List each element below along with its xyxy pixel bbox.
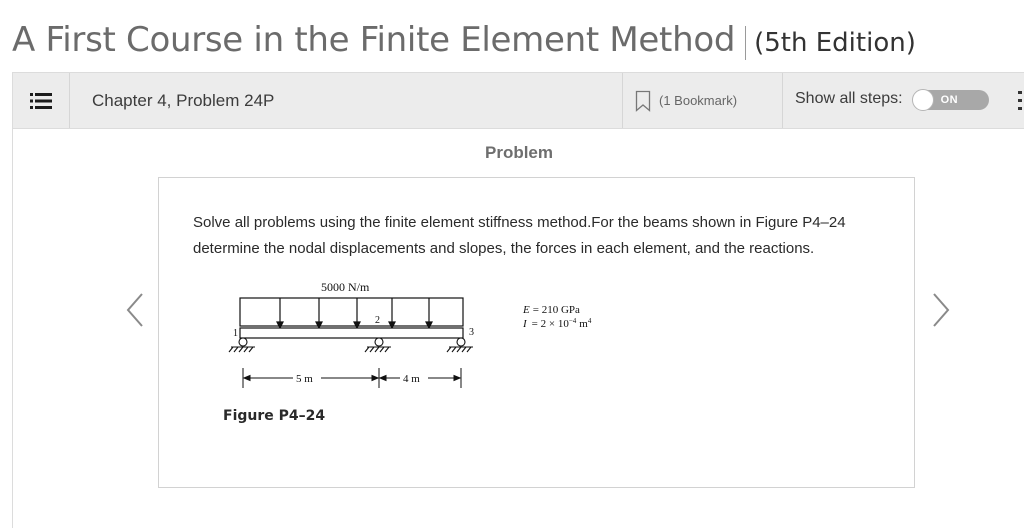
support-left bbox=[228, 337, 255, 353]
chapter-problem-label: Chapter 4, Problem 24P bbox=[92, 90, 275, 110]
span-label-2: 4 m bbox=[403, 373, 420, 385]
list-menu-icon bbox=[30, 92, 52, 109]
node-label-2: 2 bbox=[375, 315, 380, 326]
book-title-bar: A First Course in the Finite Element Met… bbox=[12, 20, 916, 66]
bookmark-icon bbox=[635, 90, 651, 112]
beam bbox=[239, 327, 464, 339]
title-separator bbox=[745, 26, 747, 60]
modulus-symbol: E bbox=[522, 304, 530, 316]
modulus-value: = 210 GPa bbox=[533, 304, 580, 316]
load-label: 5000 N/m bbox=[321, 280, 370, 294]
book-title: A First Course in the Finite Element Met… bbox=[12, 20, 736, 60]
bookmark-button[interactable]: (1 Bookmark) bbox=[622, 73, 783, 128]
material-properties: E = 210 GPa I = 2 × 10−4 m4 bbox=[522, 304, 592, 330]
expand-icon[interactable] bbox=[1018, 91, 1022, 111]
figure-caption: Figure P4–24 bbox=[223, 408, 326, 424]
beam-figure: 5000 N/m 1 2 3 5 m 4 m E = 210 GPa I = 2… bbox=[228, 280, 592, 388]
chapter-menu-button[interactable] bbox=[13, 73, 70, 128]
inertia-symbol: I bbox=[522, 318, 528, 330]
problem-statement: Solve all problems using the finite elem… bbox=[193, 214, 846, 257]
show-all-steps-label: Show all steps: bbox=[795, 89, 903, 107]
toggle-state-label: ON bbox=[940, 93, 958, 106]
problem-heading: Problem bbox=[484, 143, 554, 162]
dimension-lines bbox=[242, 368, 462, 388]
next-problem-arrow-icon[interactable] bbox=[924, 290, 954, 330]
node-label-1: 1 bbox=[233, 328, 238, 339]
book-edition: (5th Edition) bbox=[754, 28, 916, 58]
span-label-1: 5 m bbox=[296, 373, 313, 385]
svg-text:I= 2 × 10−4m4: I = 2 × 10−4 m4 bbox=[522, 317, 592, 330]
svg-text:E= 210 GPa: E = 210 GPa bbox=[522, 304, 580, 316]
inertia-unit-exponent: 4 bbox=[588, 317, 592, 325]
node-label-3: 3 bbox=[469, 327, 474, 338]
problem-card: Solve all problems using the finite elem… bbox=[158, 177, 915, 488]
toggle-knob bbox=[911, 88, 934, 111]
inertia-exponent: −4 bbox=[569, 317, 577, 325]
problem-toolbar: Chapter 4, Problem 24P (1 Bookmark) Show… bbox=[12, 72, 1024, 129]
problem-content: Problem Solve all problems using the fin… bbox=[12, 129, 1024, 528]
bookmark-count: (1 Bookmark) bbox=[659, 93, 738, 108]
support-right bbox=[446, 337, 473, 353]
show-all-steps: Show all steps: ON bbox=[783, 73, 1024, 128]
show-all-steps-toggle[interactable]: ON bbox=[911, 88, 989, 111]
previous-problem-arrow-icon[interactable] bbox=[122, 290, 152, 330]
load-arrows bbox=[276, 298, 433, 330]
inertia-value: = 2 × 10 bbox=[532, 318, 570, 330]
support-middle bbox=[364, 337, 391, 353]
